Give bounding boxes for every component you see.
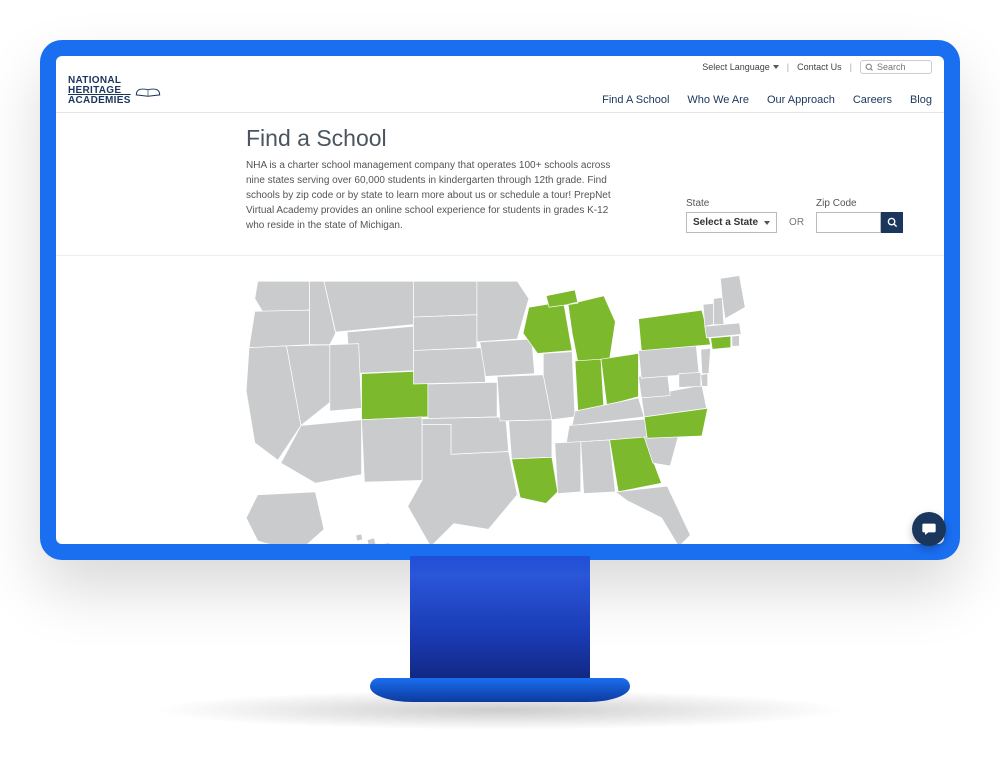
utility-bar: Select Language | Contact Us | bbox=[56, 56, 944, 74]
or-label: OR bbox=[789, 217, 804, 233]
state-hawaii bbox=[356, 534, 392, 544]
monitor-stand-base bbox=[370, 678, 630, 702]
search-input[interactable] bbox=[877, 62, 927, 72]
hero-description: NHA is a charter school management compa… bbox=[246, 158, 626, 233]
divider: | bbox=[850, 62, 852, 72]
state-select[interactable]: Select a State bbox=[686, 212, 777, 233]
state-florida bbox=[615, 486, 690, 544]
state-iowa bbox=[480, 339, 535, 377]
state-connecticut[interactable] bbox=[711, 336, 731, 349]
search-icon bbox=[865, 63, 874, 72]
state-arkansas bbox=[509, 420, 552, 459]
state-new-york[interactable] bbox=[638, 310, 710, 350]
state-montana bbox=[324, 281, 413, 332]
state-minnesota bbox=[477, 281, 529, 342]
chat-icon bbox=[921, 521, 937, 537]
state-south-dakota bbox=[413, 315, 476, 351]
global-search[interactable] bbox=[860, 60, 932, 74]
state-ohio[interactable] bbox=[601, 353, 639, 405]
book-icon bbox=[135, 84, 161, 98]
state-mississippi bbox=[555, 442, 581, 494]
main-content: Find a School NHA is a charter school ma… bbox=[56, 113, 944, 243]
state-washington bbox=[255, 281, 310, 313]
us-map[interactable] bbox=[220, 264, 780, 544]
language-selector-label: Select Language bbox=[702, 62, 770, 72]
state-new-jersey bbox=[701, 348, 711, 373]
state-nebraska bbox=[413, 348, 485, 384]
logo-line3: ACADEMIES bbox=[68, 96, 131, 106]
nav-our-approach[interactable]: Our Approach bbox=[767, 94, 835, 106]
nav-who-we-are[interactable]: Who We Are bbox=[687, 94, 749, 106]
zip-search-button[interactable] bbox=[881, 212, 903, 233]
state-alaska bbox=[246, 492, 324, 544]
zip-label: Zip Code bbox=[816, 198, 903, 209]
chat-widget[interactable] bbox=[912, 512, 944, 544]
state-rhode-island bbox=[732, 336, 740, 347]
state-alabama bbox=[581, 440, 616, 494]
monitor-stand-neck bbox=[410, 556, 590, 686]
state-maine bbox=[720, 276, 745, 319]
filter-row: State Select a State OR Zip Code bbox=[686, 125, 903, 233]
nav-find-school[interactable]: Find A School bbox=[602, 94, 669, 106]
state-north-dakota bbox=[413, 281, 476, 317]
search-icon bbox=[887, 217, 898, 228]
nav-careers[interactable]: Careers bbox=[853, 94, 892, 106]
state-new-hampshire bbox=[713, 297, 723, 324]
nav-blog[interactable]: Blog bbox=[910, 94, 932, 106]
main-nav: Find A School Who We Are Our Approach Ca… bbox=[602, 94, 932, 106]
state-kansas bbox=[428, 382, 497, 418]
hero-row: Find a School NHA is a charter school ma… bbox=[246, 125, 920, 233]
zip-input[interactable] bbox=[816, 212, 881, 233]
state-utah bbox=[330, 344, 362, 412]
state-vermont bbox=[703, 303, 713, 326]
state-oregon bbox=[249, 310, 310, 348]
state-maryland bbox=[679, 372, 701, 387]
state-label: State bbox=[686, 198, 777, 209]
chevron-down-icon bbox=[764, 221, 770, 225]
header: NATIONAL HERITAGE ACADEMIES Find A Schoo… bbox=[56, 74, 944, 113]
page-title: Find a School bbox=[246, 125, 626, 152]
contact-us-link[interactable]: Contact Us bbox=[797, 62, 842, 72]
state-louisiana[interactable] bbox=[512, 457, 558, 503]
chevron-down-icon bbox=[773, 65, 779, 69]
state-delaware bbox=[701, 374, 708, 387]
state-new-mexico bbox=[362, 417, 423, 482]
monitor-frame: Select Language | Contact Us | NATIONAL … bbox=[40, 40, 960, 560]
logo[interactable]: NATIONAL HERITAGE ACADEMIES bbox=[68, 76, 161, 106]
state-missouri bbox=[497, 375, 552, 421]
screen: Select Language | Contact Us | NATIONAL … bbox=[56, 56, 944, 544]
state-select-value: Select a State bbox=[693, 217, 758, 228]
language-selector[interactable]: Select Language bbox=[702, 62, 779, 72]
divider: | bbox=[787, 62, 789, 72]
map-container bbox=[56, 256, 944, 544]
state-indiana[interactable] bbox=[575, 359, 604, 411]
